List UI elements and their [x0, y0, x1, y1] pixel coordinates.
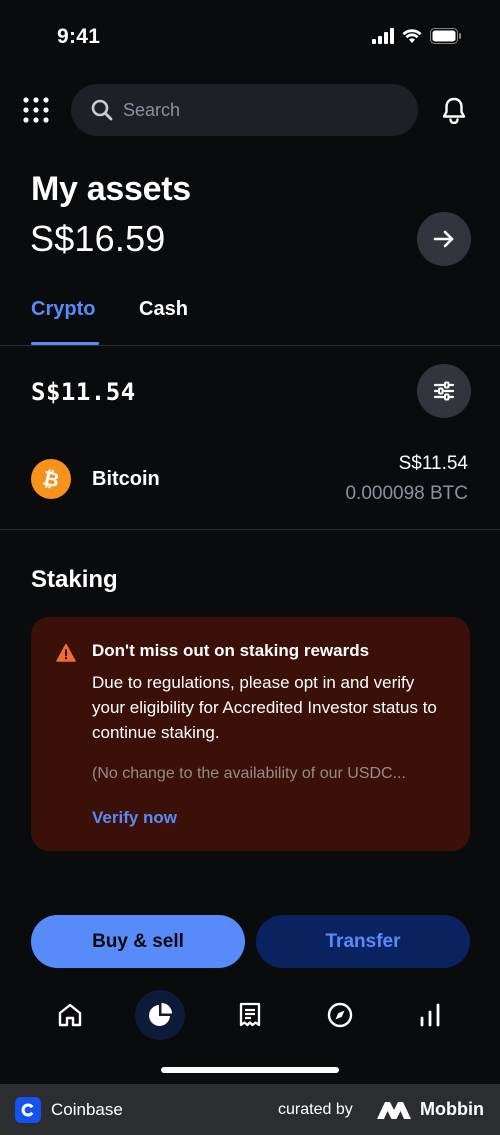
nav-markets[interactable]	[405, 990, 455, 1040]
staking-heading: Staking	[31, 566, 118, 593]
notifications-button[interactable]	[440, 96, 468, 125]
mobbin-logo-icon	[377, 1102, 411, 1119]
nav-explore[interactable]	[315, 990, 365, 1040]
alert-title: Don't miss out on staking rewards	[92, 641, 370, 660]
arrow-right-icon	[433, 230, 454, 248]
tab-cash[interactable]: Cash	[139, 298, 188, 321]
top-bar: Search	[0, 84, 500, 138]
verify-now-link[interactable]: Verify now	[92, 808, 177, 828]
alert-body: Due to regulations, please opt in and ve…	[92, 673, 437, 742]
wifi-icon	[402, 29, 422, 43]
search-icon	[91, 99, 113, 121]
cellular-signal-icon	[372, 28, 394, 44]
bar-chart-icon	[420, 1003, 440, 1027]
footer-brand: Mobbin	[420, 1099, 484, 1119]
search-placeholder: Search	[123, 99, 181, 120]
asset-name: Bitcoin	[92, 468, 160, 490]
warning-icon	[56, 643, 76, 662]
asset-fiat-value: S$11.54	[398, 453, 468, 474]
status-bar: 9:41	[0, 0, 500, 72]
bell-icon	[442, 97, 466, 125]
bitcoin-icon: ₿	[31, 459, 71, 499]
sliders-icon	[433, 381, 455, 401]
filter-button[interactable]	[417, 364, 471, 418]
tab-crypto[interactable]: Crypto	[31, 298, 95, 321]
coinbase-logo-icon	[15, 1097, 41, 1123]
nav-portfolio[interactable]	[135, 990, 185, 1040]
svg-text:₿: ₿	[41, 466, 62, 492]
view-assets-button[interactable]	[417, 212, 471, 266]
nav-transactions[interactable]	[225, 990, 275, 1040]
buy-sell-button[interactable]: Buy & sell	[31, 915, 245, 968]
footer-app-name: Coinbase	[51, 1100, 123, 1119]
home-icon	[58, 1003, 82, 1027]
compass-icon	[327, 1002, 353, 1028]
transfer-button[interactable]: Transfer	[256, 915, 470, 968]
portfolio-pie-icon	[149, 1003, 172, 1026]
asset-crypto-amount: 0.000098 BTC	[345, 483, 468, 504]
apps-grid-button[interactable]	[20, 94, 52, 126]
staking-alert-card: Don't miss out on staking rewards Due to…	[31, 617, 470, 851]
asset-tabs: Crypto Cash	[0, 292, 500, 346]
footer-curated-by: curated by	[278, 1101, 353, 1118]
total-balance: S$16.59	[30, 218, 166, 259]
battery-icon	[430, 28, 461, 44]
bottom-nav	[0, 986, 500, 1046]
alert-note: (No change to the availability of our US…	[92, 765, 406, 782]
attribution-footer: Coinbase curated by Mobbin	[0, 1084, 500, 1135]
crypto-balance: S$11.54	[31, 378, 136, 406]
page-title: My assets	[31, 170, 191, 208]
status-time: 9:41	[57, 25, 101, 48]
grid-icon	[23, 97, 49, 123]
status-icons	[372, 28, 462, 44]
receipt-icon	[239, 1002, 261, 1027]
nav-home[interactable]	[45, 990, 95, 1040]
search-input[interactable]: Search	[71, 84, 418, 136]
asset-row-bitcoin[interactable]: ₿ Bitcoin S$11.54 0.000098 BTC	[0, 446, 500, 530]
home-indicator	[161, 1067, 339, 1073]
active-tab-indicator	[31, 342, 99, 345]
